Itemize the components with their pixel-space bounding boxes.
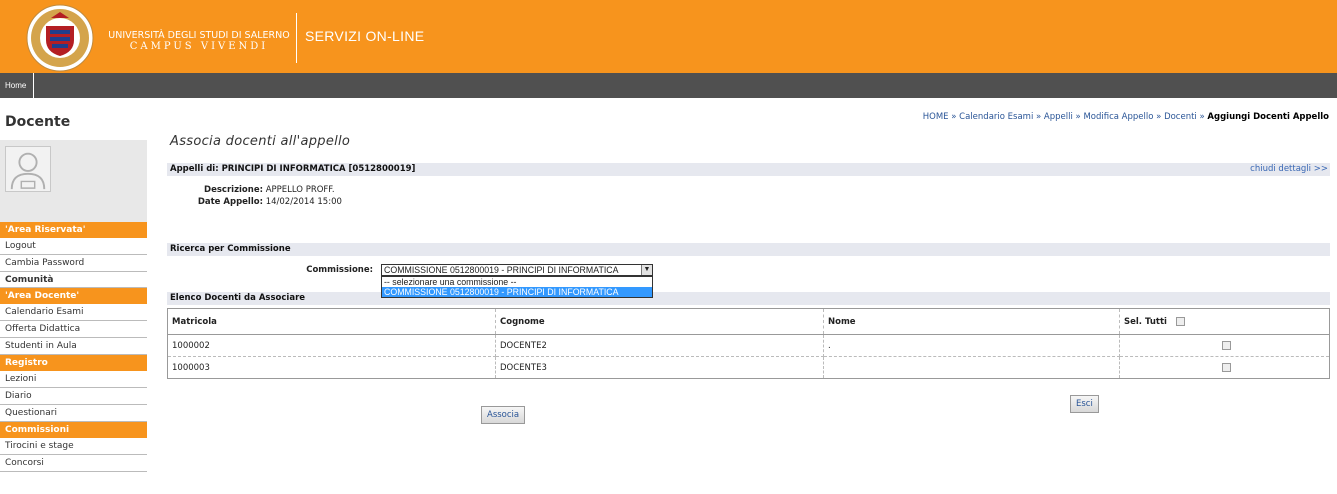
breadcrumb-separator: » xyxy=(1153,112,1165,122)
sidebar-item-9[interactable]: Lezioni xyxy=(0,371,147,388)
header: UNIVERSITÀ DEGLI STUDI DI SALERNO CAMPUS… xyxy=(0,0,1337,73)
select-all-checkbox[interactable] xyxy=(1175,316,1185,326)
cell-select xyxy=(1119,356,1330,379)
associa-button[interactable]: Associa xyxy=(481,406,526,424)
university-line2: CAMPUS VIVENDI xyxy=(129,41,269,52)
elenco-bar: Elenco Docenti da Associare xyxy=(167,292,1330,305)
row-select-checkbox[interactable] xyxy=(1222,362,1231,372)
table-header-row: Matricola Cognome Nome Sel. Tutti xyxy=(167,308,1330,335)
top-navbar: Home xyxy=(0,73,1337,98)
sidebar-item-11[interactable]: Questionari xyxy=(0,405,147,422)
university-seal-icon[interactable] xyxy=(24,4,97,72)
sidebar-section-8[interactable]: Registro xyxy=(0,355,147,371)
university-name: UNIVERSITÀ DEGLI STUDI DI SALERNO CAMPUS… xyxy=(106,30,292,52)
date-row: Date Appello: 14/02/2014 15:00 xyxy=(167,197,342,207)
cell-nome xyxy=(823,356,1120,379)
cell-matricola: 1000002 xyxy=(167,334,496,357)
sidebar-item-5[interactable]: Calendario Esami xyxy=(0,304,147,321)
chiudi-dettagli-link[interactable]: chiudi dettagli >> xyxy=(1250,163,1328,176)
breadcrumb-separator: » xyxy=(1196,112,1208,122)
date-value: 14/02/2014 15:00 xyxy=(265,197,342,207)
descrizione-label: Descrizione: xyxy=(204,185,263,195)
ricerca-bar-label: Ricerca per Commissione xyxy=(170,244,291,254)
cell-cognome: DOCENTE3 xyxy=(495,356,824,379)
sel-tutti-label: Sel. Tutti xyxy=(1124,316,1167,327)
commissione-select-value: COMMISSIONE 0512800019 - PRINCIPI DI INF… xyxy=(384,265,619,275)
breadcrumb-separator: » xyxy=(1072,112,1084,122)
table-row: 1000003 DOCENTE3 xyxy=(167,356,1330,379)
breadcrumb-current: Aggiungi Docenti Appello xyxy=(1207,112,1329,122)
appelli-bar: Appelli di: PRINCIPI DI INFORMATICA [051… xyxy=(167,163,1330,176)
header-divider xyxy=(296,13,297,63)
breadcrumb: HOME » Calendario Esami » Appelli » Modi… xyxy=(923,112,1329,122)
date-label: Date Appello: xyxy=(197,197,263,207)
sidebar-item-1[interactable]: Logout xyxy=(0,238,147,255)
col-cognome: Cognome xyxy=(495,308,824,335)
appelli-bar-label: Appelli di: PRINCIPI DI INFORMATICA [051… xyxy=(170,164,416,174)
cell-matricola: 1000003 xyxy=(167,356,496,379)
col-matricola: Matricola xyxy=(167,308,496,335)
dropdown-option-0[interactable]: -- selezionare una commissione -- xyxy=(382,277,652,287)
sidebar-item-7[interactable]: Studenti in Aula xyxy=(0,338,147,355)
sidebar-item-6[interactable]: Offerta Didattica xyxy=(0,321,147,338)
page-title: Associa docenti all'appello xyxy=(170,134,351,149)
breadcrumb-link-0[interactable]: HOME xyxy=(923,112,949,122)
row-select-checkbox[interactable] xyxy=(1222,340,1231,350)
nav-home-tab[interactable]: Home xyxy=(0,73,34,98)
sidebar-item-13[interactable]: Tirocini e stage xyxy=(0,438,147,455)
service-title: SERVIZI ON-LINE xyxy=(305,28,425,44)
sidebar-title: Docente xyxy=(5,114,71,130)
commissione-label: Commissione: xyxy=(306,265,373,275)
breadcrumb-link-1[interactable]: Calendario Esami xyxy=(959,112,1033,122)
sidebar-menu: 'Area Riservata' Logout Cambia Password Com… xyxy=(0,222,147,472)
descrizione-value: APPELLO PROFF. xyxy=(265,185,335,195)
university-line1: UNIVERSITÀ DEGLI STUDI DI SALERNO xyxy=(108,30,290,41)
commissione-dropdown: -- selezionare una commissione -- COMMISS… xyxy=(381,276,653,298)
sidebar-item-14[interactable]: Concorsi xyxy=(0,455,147,472)
esci-button[interactable]: Esci xyxy=(1070,395,1099,413)
avatar xyxy=(5,146,51,192)
col-nome: Nome xyxy=(823,308,1120,335)
commissione-select[interactable]: COMMISSIONE 0512800019 - PRINCIPI DI INF… xyxy=(381,264,653,276)
col-sel-tutti: Sel. Tutti xyxy=(1119,308,1330,335)
ricerca-bar: Ricerca per Commissione xyxy=(167,243,1330,256)
dropdown-option-1[interactable]: COMMISSIONE 0512800019 - PRINCIPI DI INF… xyxy=(382,287,652,297)
sidebar-section-3[interactable]: Comunità xyxy=(0,272,147,288)
breadcrumb-link-2[interactable]: Appelli xyxy=(1044,112,1073,122)
descrizione-row: Descrizione: APPELLO PROFF. xyxy=(167,185,335,195)
avatar-panel xyxy=(0,140,147,222)
table-body: 1000002 DOCENTE2. 1000003 DOCENTE3 xyxy=(167,334,1330,379)
elenco-bar-label: Elenco Docenti da Associare xyxy=(170,293,306,303)
cell-cognome: DOCENTE2 xyxy=(495,334,824,357)
sidebar-section-12[interactable]: Commissioni xyxy=(0,422,147,438)
sidebar: Docente 'Area Riservata' Logout Cambia Pas… xyxy=(0,98,147,472)
docenti-table: Matricola Cognome Nome Sel. Tutti 100000… xyxy=(167,308,1330,379)
cell-nome: . xyxy=(823,334,1120,357)
breadcrumb-separator: » xyxy=(948,112,960,122)
cell-select xyxy=(1119,334,1330,357)
sidebar-section-4[interactable]: 'Area Docente' xyxy=(0,288,147,304)
sidebar-section-0[interactable]: 'Area Riservata' xyxy=(0,222,147,238)
breadcrumb-link-3[interactable]: Modifica Appello xyxy=(1083,112,1153,122)
breadcrumb-link-4[interactable]: Docenti xyxy=(1164,112,1197,122)
sidebar-item-10[interactable]: Diario xyxy=(0,388,147,405)
breadcrumb-separator: » xyxy=(1033,112,1044,122)
commissione-row: Commissione: xyxy=(277,265,373,275)
table-row: 1000002 DOCENTE2. xyxy=(167,334,1330,357)
chevron-down-icon[interactable]: ▼ xyxy=(641,265,652,275)
sidebar-item-2[interactable]: Cambia Password xyxy=(0,255,147,272)
